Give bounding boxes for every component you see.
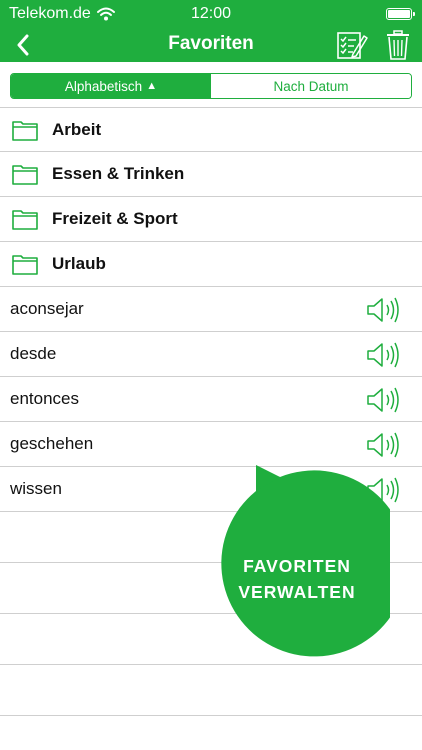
manage-favorites-line1: FAVORITEN xyxy=(243,556,351,576)
folder-icon xyxy=(12,210,38,230)
manage-favorites-line2: VERWALTEN xyxy=(238,582,356,602)
edit-favorites-button[interactable] xyxy=(336,30,368,60)
edit-list-icon xyxy=(337,32,368,59)
delete-button[interactable] xyxy=(384,29,412,61)
speaker-icon[interactable] xyxy=(366,342,400,368)
word-row-entonces[interactable]: entonces xyxy=(0,377,422,422)
folder-label: Essen & Trinken xyxy=(52,164,185,183)
folder-row-essen-trinken[interactable]: Essen & Trinken xyxy=(0,152,422,197)
manage-favorites-label[interactable]: FAVORITEN VERWALTEN xyxy=(204,553,390,605)
speaker-icon[interactable] xyxy=(366,387,400,413)
sort-by-date-tab[interactable]: Nach Datum xyxy=(211,74,411,98)
folder-icon xyxy=(12,255,38,275)
speaker-icon[interactable] xyxy=(366,432,400,458)
empty-row xyxy=(0,665,422,716)
folder-label: Freizeit & Sport xyxy=(52,209,178,228)
sort-segmented-control: Alphabetisch ▲ Nach Datum xyxy=(10,73,412,99)
folder-row-urlaub[interactable]: Urlaub xyxy=(0,242,422,287)
word-label: desde xyxy=(10,344,57,363)
folder-icon xyxy=(12,165,38,185)
nav-bar: Favoriten xyxy=(0,28,422,62)
word-label: geschehen xyxy=(10,434,94,453)
word-label: wissen xyxy=(10,479,62,498)
folder-label: Urlaub xyxy=(52,254,106,273)
folder-row-freizeit-sport[interactable]: Freizeit & Sport xyxy=(0,197,422,242)
sort-alphabetical-tab[interactable]: Alphabetisch ▲ xyxy=(11,74,211,98)
folder-row-arbeit[interactable]: Arbeit xyxy=(0,107,422,152)
speaker-icon[interactable] xyxy=(366,297,400,323)
battery-icon xyxy=(386,8,415,20)
word-label: entonces xyxy=(10,389,79,408)
word-row-aconsejar[interactable]: aconsejar xyxy=(0,287,422,332)
word-row-desde[interactable]: desde xyxy=(0,332,422,377)
sort-by-date-label: Nach Datum xyxy=(273,78,349,94)
word-row-geschehen[interactable]: geschehen xyxy=(0,422,422,467)
word-label: aconsejar xyxy=(10,299,84,318)
sort-ascending-indicator: ▲ xyxy=(146,80,158,92)
clock: 12:00 xyxy=(190,5,232,22)
folder-icon xyxy=(12,121,38,141)
trash-icon xyxy=(387,30,409,60)
status-bar: Telekom.de 12:00 xyxy=(0,0,422,28)
sort-alphabetical-label: Alphabetisch xyxy=(64,78,143,94)
folder-label: Arbeit xyxy=(52,119,102,139)
